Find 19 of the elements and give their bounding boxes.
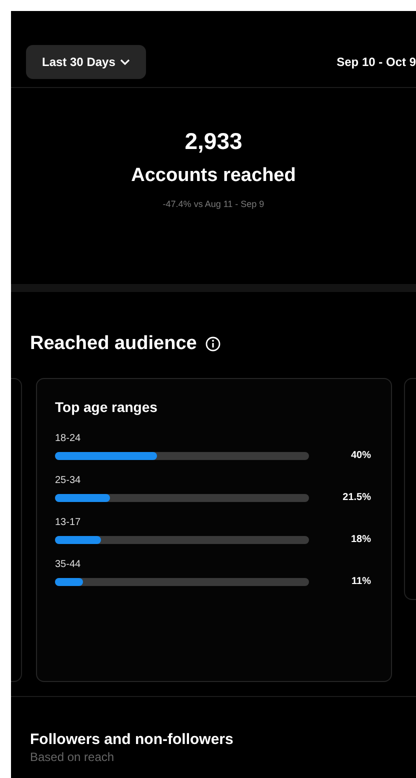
- chevron-down-icon: [120, 58, 130, 66]
- age-label: 18-24: [55, 433, 82, 444]
- section-title: Reached audience: [30, 333, 197, 355]
- card-title: Top age ranges: [55, 399, 158, 415]
- percent-value: 11%: [350, 576, 371, 587]
- period-dropdown[interactable]: Last 30 Days: [26, 45, 146, 79]
- age-label: 13-17: [55, 517, 82, 528]
- percent-value: 18%: [350, 534, 371, 545]
- percent-value: 21.5%: [342, 492, 371, 503]
- percent-value: 40%: [350, 450, 371, 461]
- section-subtitle: Based on reach: [30, 750, 116, 764]
- age-label: 35-44: [55, 559, 82, 570]
- reach-label: Accounts reached: [131, 165, 296, 187]
- section-title: Followers and non-followers: [30, 731, 234, 748]
- date-range: Sep 10 - Oct 9: [336, 55, 416, 69]
- reach-count: 2,933: [184, 128, 242, 155]
- age-label: 25-34: [55, 475, 82, 486]
- comparison-text: -47.4% vs Aug 11 - Sep 9: [162, 199, 264, 209]
- info-icon[interactable]: [204, 336, 221, 352]
